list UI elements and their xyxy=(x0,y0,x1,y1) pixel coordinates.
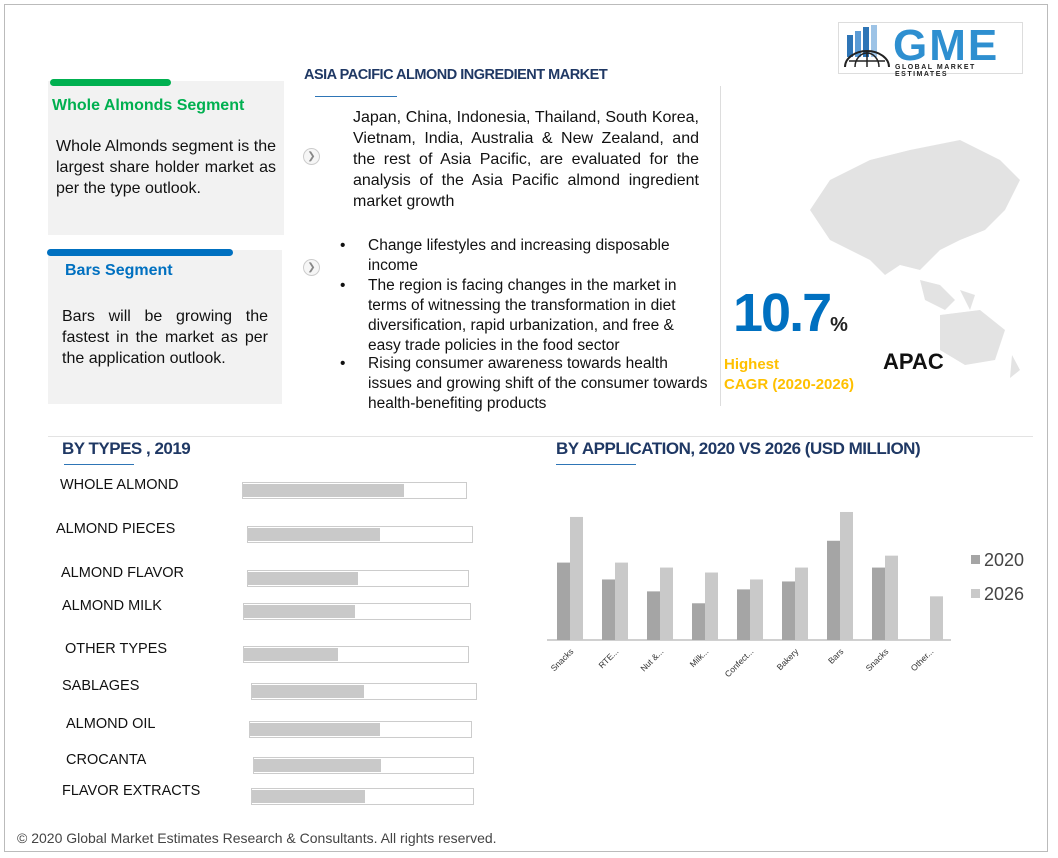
type-label: FLAVOR EXTRACTS xyxy=(62,783,201,799)
application-underline xyxy=(556,464,636,465)
type-share-fill xyxy=(243,484,404,497)
x-tick-label: Snacks xyxy=(864,646,891,673)
bar-2020-0 xyxy=(557,562,570,640)
type-share-fill xyxy=(244,648,339,661)
legend-swatch xyxy=(971,555,980,564)
type-label: ALMOND MILK xyxy=(62,598,162,614)
types-underline xyxy=(64,464,134,465)
bar-2026-8 xyxy=(930,596,943,640)
type-share-track xyxy=(243,603,471,620)
segment-accent-bar xyxy=(50,79,171,86)
type-share-fill xyxy=(252,685,364,698)
page-title: ASIA PACIFIC ALMOND INGREDIENT MARKET xyxy=(304,67,608,83)
bar-2020-2 xyxy=(647,591,660,640)
section-divider xyxy=(48,436,1033,437)
bar-2020-7 xyxy=(872,567,885,640)
type-label: WHOLE ALMOND xyxy=(60,477,179,493)
type-share-track xyxy=(251,683,477,700)
application-heading: BY APPLICATION, 2020 VS 2026 (USD MILLIO… xyxy=(556,439,921,458)
x-tick-label: Milk... xyxy=(688,646,711,669)
type-share-track xyxy=(247,570,469,587)
type-label: ALMOND PIECES xyxy=(56,521,176,537)
segment-text: Bars will be growing the fastest in the … xyxy=(62,308,268,367)
bar-2026-5 xyxy=(795,567,808,640)
type-share-track xyxy=(249,721,472,738)
gme-logo: GME GLOBAL MARKET ESTIMATES xyxy=(838,21,1023,78)
type-share-track xyxy=(253,757,474,774)
legend-swatch xyxy=(971,589,980,598)
chevron-right-icon: ❯ xyxy=(303,148,320,165)
x-tick-label: Confect... xyxy=(723,646,756,679)
cagr-label: Highest CAGR (2020-2026) xyxy=(724,356,855,393)
type-share-fill xyxy=(252,790,365,803)
region-label: APAC xyxy=(883,349,944,374)
globe-icon xyxy=(844,25,890,68)
type-label: CROCANTA xyxy=(66,752,147,768)
type-label: ALMOND FLAVOR xyxy=(61,565,185,581)
title-underline xyxy=(315,96,397,97)
bar-2026-0 xyxy=(570,516,583,640)
x-tick-label: Bars xyxy=(826,646,845,665)
segment-text: Whole Almonds segment is the largest sha… xyxy=(56,138,276,197)
bullet-item: • The region is facing changes in the mar… xyxy=(340,277,677,354)
segment-title: Bars Segment xyxy=(65,262,173,279)
type-share-track xyxy=(243,646,469,663)
type-share-track xyxy=(242,482,467,499)
type-label: ALMOND OIL xyxy=(66,716,156,732)
types-heading: BY TYPES , 2019 xyxy=(62,439,191,458)
legend-label: 2020 xyxy=(984,550,1024,570)
bar-2026-1 xyxy=(615,562,628,640)
bar-2026-6 xyxy=(840,511,853,640)
type-share-fill xyxy=(248,572,358,585)
bar-2026-7 xyxy=(885,555,898,640)
bar-2026-4 xyxy=(750,579,763,640)
type-share-fill xyxy=(250,723,381,736)
type-share-track xyxy=(247,526,473,543)
x-tick-label: Snacks xyxy=(549,646,576,673)
type-share-fill xyxy=(244,605,355,618)
bar-2020-5 xyxy=(782,581,795,640)
x-tick-label: RTE... xyxy=(596,646,620,670)
bullet-item: • Rising consumer awareness towards healt… xyxy=(340,355,708,412)
legend-label: 2026 xyxy=(984,584,1024,604)
bar-2020-6 xyxy=(827,540,840,640)
type-label: SABLAGES xyxy=(62,678,140,694)
bullet-item: • Change lifestyles and increasing dispos… xyxy=(340,237,670,274)
chevron-right-icon: ❯ xyxy=(303,259,320,276)
segment-accent-bar xyxy=(47,249,233,256)
region-intro-text: Japan, China, Indonesia, Thailand, South… xyxy=(353,109,699,210)
type-share-track xyxy=(251,788,474,805)
bar-2020-3 xyxy=(692,603,705,640)
x-tick-label: Other... xyxy=(909,646,936,673)
x-tick-label: Nut &... xyxy=(638,646,665,673)
segment-title: Whole Almonds Segment xyxy=(52,97,245,114)
type-label: OTHER TYPES xyxy=(65,641,168,657)
x-tick-label: Bakery xyxy=(775,646,801,672)
bar-2020-4 xyxy=(737,589,750,640)
type-share-fill xyxy=(254,759,382,772)
vertical-divider xyxy=(720,86,721,406)
application-bar-chart: Snacks RTE... Nut &... Milk... Confect... Bak… xyxy=(547,511,1024,679)
bar-2020-1 xyxy=(602,579,615,640)
type-share-fill xyxy=(248,528,381,541)
bar-2026-3 xyxy=(705,572,718,640)
bar-2026-2 xyxy=(660,567,673,640)
cagr-value: 10.7% xyxy=(733,283,848,343)
footer-copyright: © 2020 Global Market Estimates Research … xyxy=(17,830,497,846)
logo-subtitle: GLOBAL MARKET ESTIMATES xyxy=(895,64,976,78)
